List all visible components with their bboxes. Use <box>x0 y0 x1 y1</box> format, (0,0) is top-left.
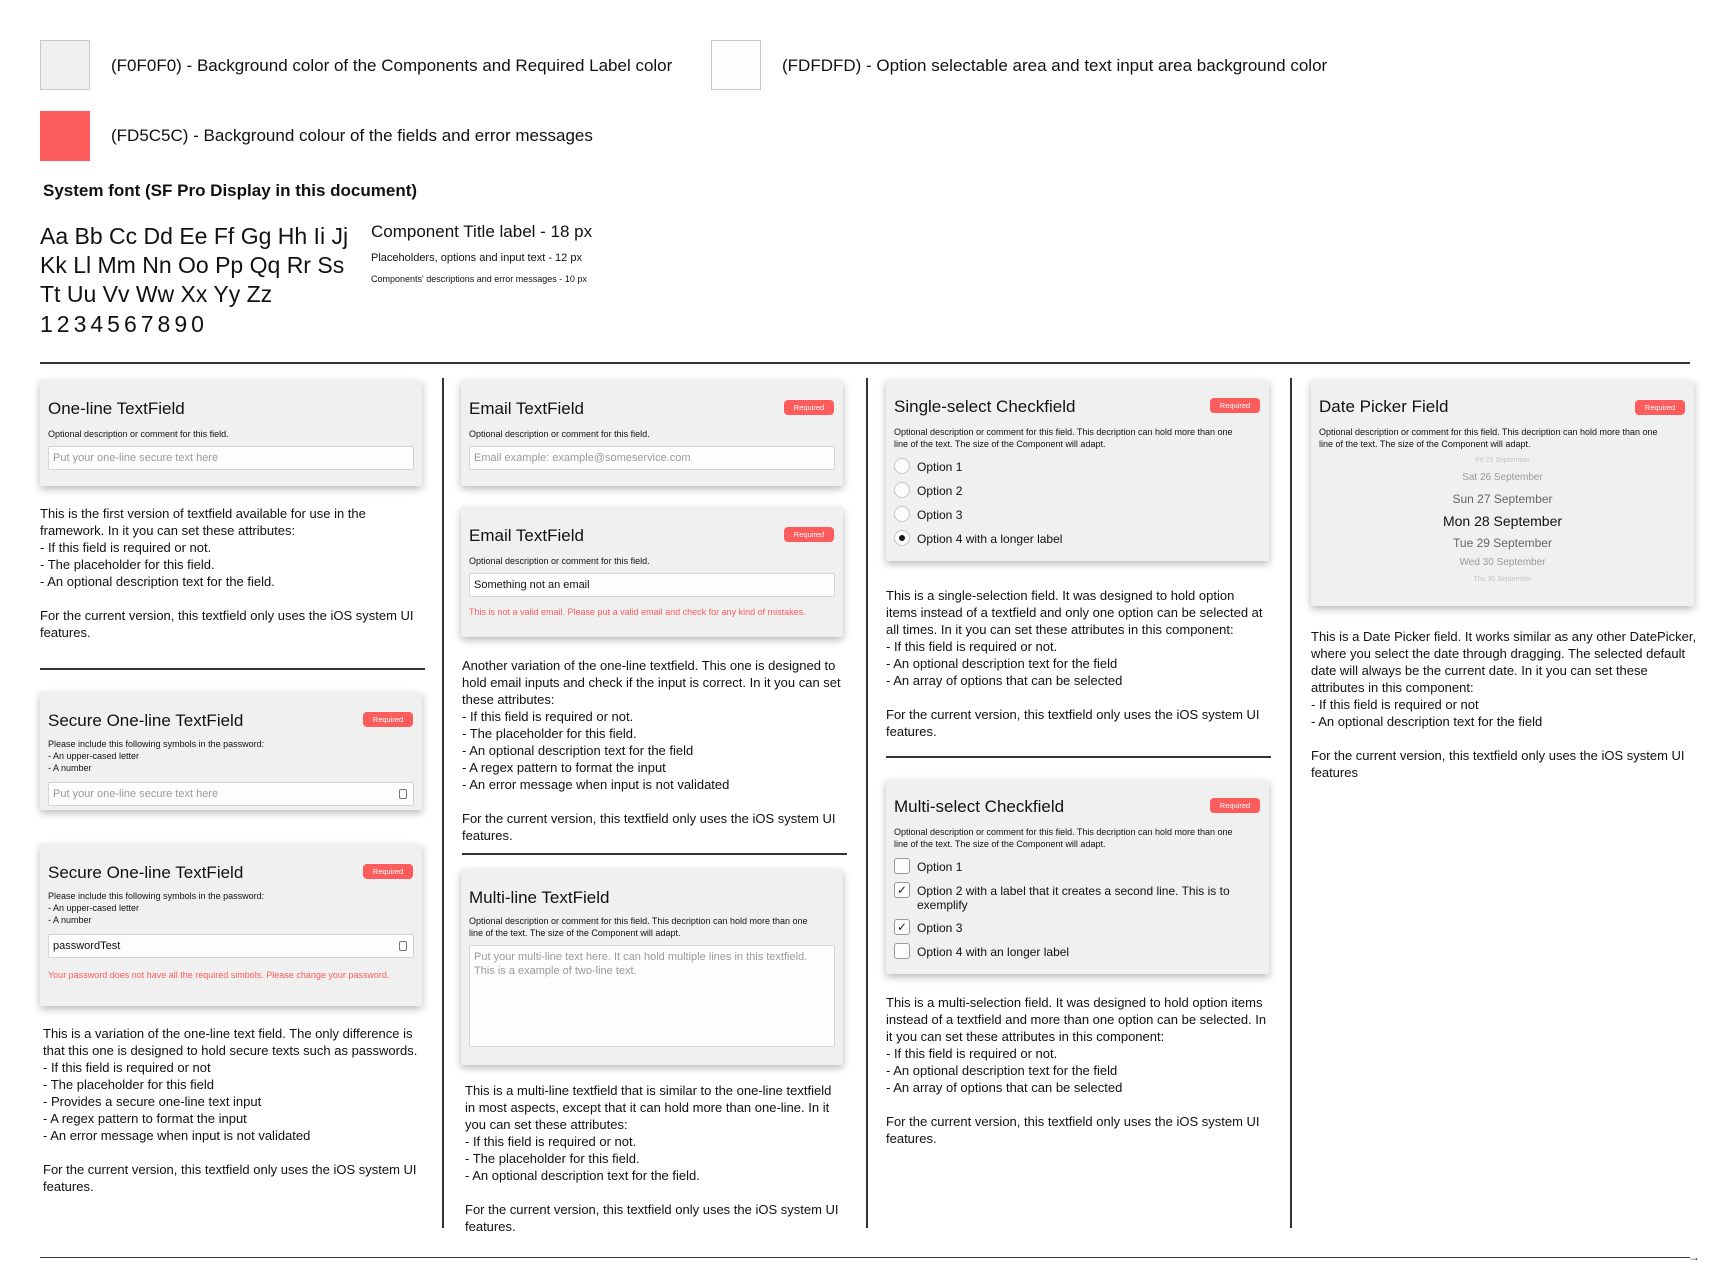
date-option[interactable]: Fri 25 September <box>1311 457 1694 464</box>
date-option[interactable]: Wed 30 September <box>1311 557 1694 568</box>
multiline-textfield-card: Multi-line TextField Optional descriptio… <box>461 869 843 1065</box>
date-picker-card: Date Picker Field Required Optional desc… <box>1311 380 1694 606</box>
component-title: Date Picker Field <box>1319 397 1449 416</box>
multi-select-explanation: This is a multi-selection field. It was … <box>886 995 1267 1146</box>
lock-icon <box>399 789 407 799</box>
number-sample: 1234567890 <box>40 311 208 337</box>
required-badge: Required <box>1210 798 1260 813</box>
alphabet-line: Tt Uu Vv Ww Xx Yy Zz <box>40 281 273 307</box>
component-title: One-line TextField <box>48 399 185 418</box>
oneline-textfield-card: One-line TextField Optional description … <box>40 380 422 486</box>
color-label-f0f0f0: (F0F0F0) - Background color of the Compo… <box>111 56 673 75</box>
arrow-right-icon: → <box>1688 1250 1700 1264</box>
component-title: Single-select Checkfield <box>894 397 1076 416</box>
section-divider <box>886 756 1271 758</box>
color-label-fdfdfd: (FDFDFD) - Option selectable area and te… <box>782 56 1328 75</box>
lock-icon <box>399 941 407 951</box>
component-description: Optional description or comment for this… <box>894 427 1233 449</box>
color-swatch-fd5c5c <box>40 111 90 161</box>
color-label-fd5c5c: (FD5C5C) - Background colour of the fiel… <box>111 126 593 145</box>
component-description: Optional description or comment for this… <box>894 827 1233 849</box>
column-divider <box>442 378 444 1228</box>
component-description: Please include this following symbols in… <box>48 739 265 773</box>
error-message: This is not a valid email. Please put a … <box>469 607 806 617</box>
radio-button[interactable] <box>894 482 910 498</box>
component-description: Optional description or comment for this… <box>469 429 650 439</box>
component-description: Optional description or comment for this… <box>1319 427 1658 449</box>
date-option[interactable]: Sun 27 September <box>1311 492 1694 506</box>
error-message: Your password does not have all the requ… <box>48 970 390 980</box>
component-description: Optional description or comment for this… <box>469 556 650 566</box>
checkbox-checked[interactable]: ✓ <box>894 919 910 935</box>
date-option[interactable]: Sat 26 September <box>1311 472 1694 483</box>
multi-select-card: Multi-select Checkfield Required Optiona… <box>886 780 1269 974</box>
component-description: Optional description or comment for this… <box>48 429 229 439</box>
oneline-text-input[interactable]: Put your one-line secure text here <box>48 446 414 470</box>
bottom-divider <box>40 1257 1690 1258</box>
email-explanation: Another variation of the one-line textfi… <box>462 658 841 843</box>
component-title: Multi-select Checkfield <box>894 797 1065 816</box>
date-wheel[interactable]: Fri 25 September Sat 26 September Sun 27… <box>1311 454 1694 599</box>
section-divider <box>40 668 425 670</box>
column-divider <box>1290 378 1292 1228</box>
single-select-card: Single-select Checkfield Required Option… <box>886 380 1269 561</box>
secure-textfield-card: Secure One-line TextField Required Pleas… <box>40 692 422 810</box>
single-select-explanation: This is a single-selection field. It was… <box>886 588 1263 739</box>
oneline-explanation: This is the first version of textfield a… <box>40 506 414 640</box>
alphabet-line: Kk Ll Mm Nn Oo Pp Qq Rr Ss <box>40 252 345 278</box>
size-placeholder-sample: Placeholders, options and input text - 1… <box>371 252 582 264</box>
secure-explanation: This is a variation of the one-line text… <box>43 1026 418 1194</box>
color-swatch-f0f0f0 <box>40 40 90 90</box>
component-description: Please include this following symbols in… <box>48 891 265 925</box>
component-description: Optional description or comment for this… <box>469 916 808 938</box>
required-badge: Required <box>363 864 413 879</box>
typography-heading: System font (SF Pro Display in this docu… <box>43 181 418 200</box>
multiline-text-input[interactable]: Put your multi-line text here. It can ho… <box>469 945 835 1047</box>
column-divider <box>866 378 868 1228</box>
radio-button[interactable] <box>894 458 910 474</box>
email-text-input[interactable]: Email example: example@someservice.com <box>469 446 835 470</box>
date-option[interactable]: Thu 30 September <box>1311 576 1694 583</box>
color-swatch-fdfdfd <box>711 40 761 90</box>
date-picker-explanation: This is a Date Picker field. It works si… <box>1311 629 1697 780</box>
section-divider <box>40 362 1690 364</box>
alphabet-sample: Aa Bb Cc Dd Ee Ff Gg Hh Ii Jj Kk Ll Mm N… <box>40 222 348 309</box>
email-textfield-error-card: Email TextField Required Optional descri… <box>461 507 843 637</box>
required-badge: Required <box>784 400 834 415</box>
checkbox-checked[interactable]: ✓ <box>894 882 910 898</box>
secure-text-input[interactable]: Put your one-line secure text here <box>48 782 414 806</box>
radio-button-selected[interactable] <box>894 530 910 546</box>
secure-textfield-error-card: Secure One-line TextField Required Pleas… <box>40 844 422 1006</box>
component-title: Email TextField <box>469 399 584 418</box>
email-text-input[interactable]: Something not an email <box>469 573 835 597</box>
component-title: Email TextField <box>469 526 584 545</box>
required-badge: Required <box>1635 400 1685 415</box>
multiline-explanation: This is a multi-line textfield that is s… <box>465 1083 839 1234</box>
email-textfield-card: Email TextField Required Optional descri… <box>461 380 843 486</box>
design-system-document: (F0F0F0) - Background color of the Compo… <box>0 0 1709 1281</box>
component-title: Multi-line TextField <box>469 888 610 907</box>
required-badge: Required <box>1210 398 1260 413</box>
component-title: Secure One-line TextField <box>48 863 244 882</box>
radio-button[interactable] <box>894 506 910 522</box>
secure-text-input[interactable]: passwordTest <box>48 934 414 958</box>
component-title: Secure One-line TextField <box>48 711 244 730</box>
size-description-sample: Components' descriptions and error messa… <box>371 274 587 284</box>
date-option-selected[interactable]: Mon 28 September <box>1311 513 1694 529</box>
required-badge: Required <box>784 527 834 542</box>
size-title-sample: Component Title label - 18 px <box>371 222 593 241</box>
checkbox[interactable] <box>894 858 910 874</box>
date-option[interactable]: Tue 29 September <box>1311 536 1694 550</box>
alphabet-line: Aa Bb Cc Dd Ee Ff Gg Hh Ii Jj <box>40 223 349 249</box>
checkbox[interactable] <box>894 943 910 959</box>
required-badge: Required <box>363 712 413 727</box>
section-divider <box>462 853 847 855</box>
